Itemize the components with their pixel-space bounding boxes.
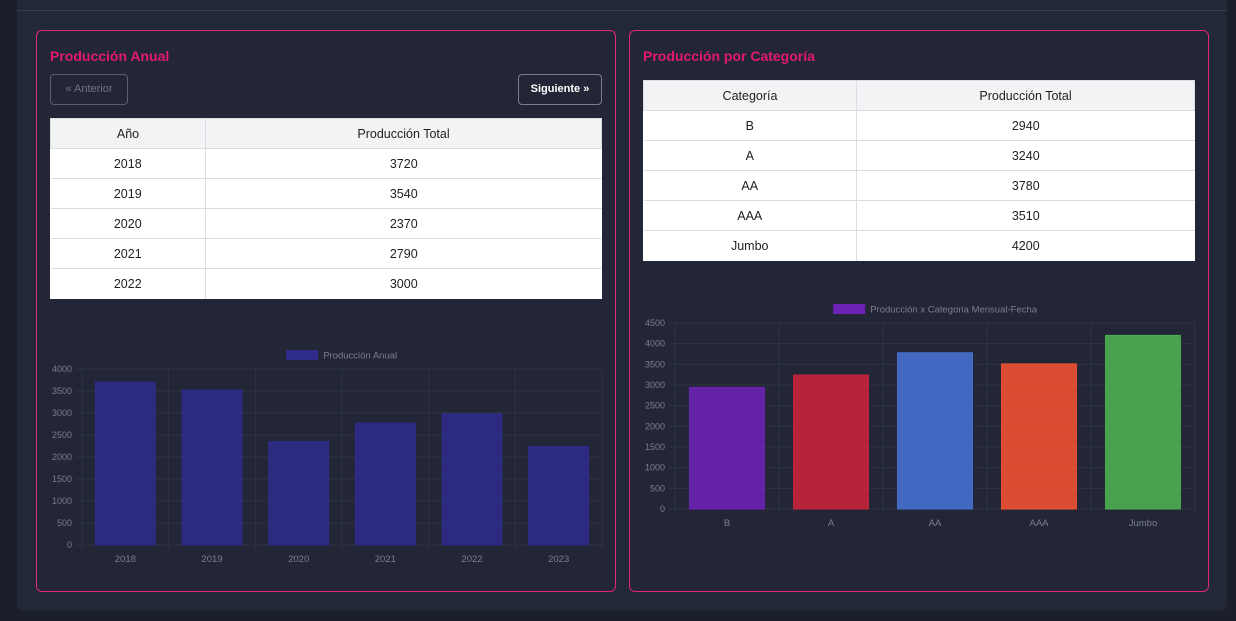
bar <box>897 352 973 510</box>
y-tick-label: 1000 <box>52 496 72 506</box>
column-header-total: Producción Total <box>205 118 602 149</box>
table-row: AA 3780 <box>643 170 1195 201</box>
table-row: 2019 3540 <box>50 178 602 209</box>
card-title: Producción por Categoría <box>643 48 815 64</box>
y-tick-label: 500 <box>57 518 72 528</box>
bar <box>793 374 869 510</box>
bar <box>441 413 503 546</box>
total-cell: 3720 <box>205 148 602 179</box>
x-tick-label: AAA <box>1029 518 1049 529</box>
category-cell: AAA <box>643 200 857 231</box>
table-row: 2022 3000 <box>50 268 602 299</box>
bar <box>354 422 416 546</box>
category-production-card: Producción por Categoría Categoría Produ… <box>629 30 1209 592</box>
column-header-category: Categoría <box>643 80 857 111</box>
category-cell: A <box>643 140 857 171</box>
y-tick-label: 0 <box>660 504 665 514</box>
y-tick-label: 1000 <box>645 463 665 473</box>
category-cell: B <box>643 110 857 141</box>
previous-button[interactable]: « Anterior <box>50 74 128 105</box>
category-production-chart: 050010001500200025003000350040004500B A AA… <box>645 304 1196 529</box>
annual-production-chart: 0 500 1000 1500 2000 2500 3000 3500 4000 2018 2019… <box>52 350 603 565</box>
table-row: 2018 3720 <box>50 148 602 179</box>
column-header-total: Producción Total <box>856 80 1195 111</box>
y-tick-label: 4000 <box>645 339 665 349</box>
bar <box>94 381 156 546</box>
total-cell: 2370 <box>205 208 602 239</box>
bar <box>181 389 243 546</box>
bar <box>1001 363 1077 510</box>
y-tick-label: 1500 <box>645 442 665 452</box>
next-button[interactable]: Siguiente » <box>518 74 602 105</box>
x-tick-label: 2019 <box>201 554 222 565</box>
header-divider <box>17 10 1227 11</box>
bar <box>528 445 590 546</box>
x-tick-label: 2023 <box>548 554 569 565</box>
table-row: AAA 3510 <box>643 200 1195 231</box>
y-tick-label: 3000 <box>645 380 665 390</box>
year-cell: 2021 <box>50 238 206 269</box>
x-tick-label: B <box>724 518 730 529</box>
total-cell: 3540 <box>205 178 602 209</box>
year-cell: 2022 <box>50 268 206 299</box>
category-cell: Jumbo <box>643 230 857 261</box>
table-row: 2021 2790 <box>50 238 602 269</box>
y-tick-label: 500 <box>650 483 665 493</box>
total-cell: 3780 <box>856 170 1195 201</box>
year-cell: 2019 <box>50 178 206 209</box>
table-row: 2020 2370 <box>50 208 602 239</box>
y-tick-label: 2000 <box>645 421 665 431</box>
x-tick-label: 2022 <box>461 554 482 565</box>
y-tick-label: 2500 <box>645 401 665 411</box>
y-tick-label: 3500 <box>52 386 72 396</box>
column-header-year: Año <box>50 118 206 149</box>
year-cell: 2020 <box>50 208 206 239</box>
bar <box>268 441 330 546</box>
x-tick-label: 2020 <box>288 554 309 565</box>
total-cell: 3000 <box>205 268 602 299</box>
y-tick-label: 4500 <box>645 318 665 328</box>
x-tick-label: 2021 <box>375 554 396 565</box>
y-tick-label: 1500 <box>52 474 72 484</box>
bar <box>689 386 765 510</box>
total-cell: 4200 <box>856 230 1195 261</box>
legend-label: Producción Anual <box>323 351 397 362</box>
card-title: Producción Anual <box>50 48 170 64</box>
year-cell: 2018 <box>50 148 206 179</box>
total-cell: 2790 <box>205 238 602 269</box>
bar <box>1105 334 1181 510</box>
total-cell: 3240 <box>856 140 1195 171</box>
table-row: A 3240 <box>643 140 1195 171</box>
y-tick-label: 3500 <box>645 359 665 369</box>
y-tick-label: 2500 <box>52 430 72 440</box>
legend-swatch <box>833 304 866 314</box>
y-tick-label: 4000 <box>52 364 72 374</box>
legend-label: Producción x Categoria Mensual-Fecha <box>870 305 1038 316</box>
x-tick-label: A <box>828 518 835 529</box>
annual-production-card: Producción Anual « Anterior Siguiente » … <box>36 30 616 592</box>
category-cell: AA <box>643 170 857 201</box>
y-tick-label: 3000 <box>52 408 72 418</box>
legend-swatch <box>286 350 319 360</box>
table-row: B 2940 <box>643 110 1195 141</box>
total-cell: 3510 <box>856 200 1195 231</box>
x-tick-label: AA <box>929 518 942 529</box>
table-row: Jumbo 4200 <box>643 230 1195 261</box>
x-tick-label: 2018 <box>115 554 136 565</box>
category-production-table: Categoría Producción Total B 2940 A 3240… <box>643 80 1195 261</box>
x-tick-label: Jumbo <box>1129 518 1158 529</box>
y-tick-label: 2000 <box>52 452 72 462</box>
y-tick-label: 0 <box>67 540 72 550</box>
total-cell: 2940 <box>856 110 1195 141</box>
annual-production-table: Año Producción Total 2018 3720 2019 3540… <box>50 118 602 299</box>
